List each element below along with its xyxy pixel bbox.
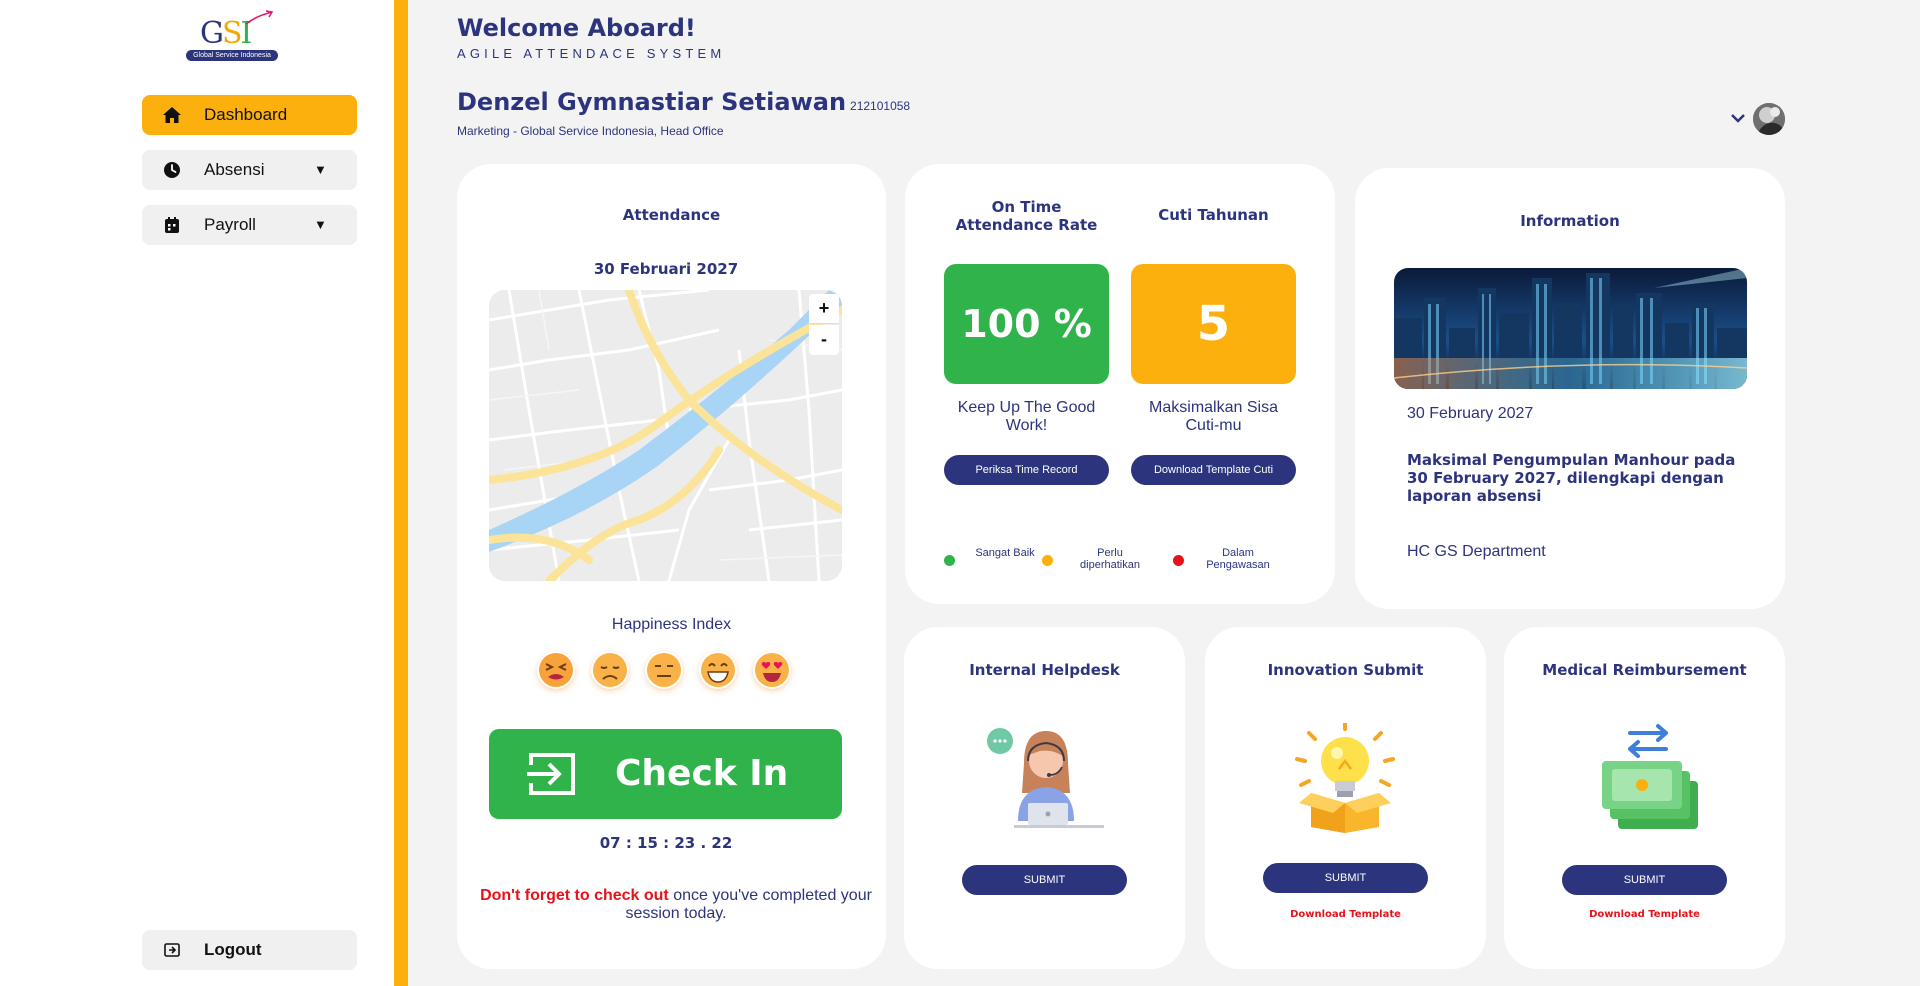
information-department: HC GS Department bbox=[1407, 543, 1546, 560]
location-map[interactable]: + - bbox=[489, 290, 842, 581]
helpdesk-title: Internal Helpdesk bbox=[969, 661, 1120, 679]
innovation-download-template-link[interactable]: Download Template bbox=[1205, 909, 1486, 920]
medical-submit-button[interactable]: SUBMIT bbox=[1562, 865, 1727, 895]
innovation-submit-card: Innovation Submit SUBMIT Download Templa… bbox=[1205, 627, 1486, 969]
home-icon bbox=[163, 107, 181, 123]
tired-face-icon[interactable] bbox=[537, 651, 575, 689]
caret-down-icon: ▼ bbox=[314, 162, 327, 177]
ontime-rate-value: 100 % bbox=[944, 264, 1109, 384]
clock-icon bbox=[164, 162, 180, 178]
innovation-submit-button[interactable]: SUBMIT bbox=[1263, 863, 1428, 893]
sidebar: GSI Global Service Indonesia Dashboard A… bbox=[0, 0, 394, 986]
download-leave-template-button[interactable]: Download Template Cuti bbox=[1131, 455, 1296, 485]
attendance-date: 30 Februari 2027 bbox=[593, 260, 739, 278]
heart-eyes-face-icon[interactable] bbox=[753, 651, 791, 689]
logo-letter-s: S bbox=[221, 16, 243, 51]
internal-helpdesk-card: Internal Helpdesk SUBMIT bbox=[904, 627, 1185, 969]
logout-button[interactable]: Logout bbox=[142, 930, 357, 970]
map-zoom-out-button[interactable]: - bbox=[809, 325, 839, 355]
idea-lightbulb-icon bbox=[1295, 723, 1395, 833]
money-transfer-icon bbox=[1602, 724, 1698, 829]
happiness-emoji-row bbox=[537, 651, 817, 691]
check-in-button[interactable]: Check In bbox=[489, 729, 842, 819]
legend-label: Sangat Baik bbox=[975, 547, 1035, 559]
helpdesk-submit-button[interactable]: SUBMIT bbox=[962, 865, 1127, 895]
sidebar-item-payroll[interactable]: Payroll ▼ bbox=[142, 205, 357, 245]
city-skyline-illustration bbox=[1394, 268, 1747, 389]
logo-letter-g: G bbox=[200, 16, 224, 51]
live-clock: 07 : 15 : 23 . 22 bbox=[599, 834, 733, 852]
information-title: Information bbox=[1520, 212, 1620, 230]
attendance-card: Attendance 30 Februari 2027 + - Happines… bbox=[457, 164, 886, 969]
sidebar-item-label: Absensi bbox=[204, 160, 265, 179]
annual-leave-value: 5 bbox=[1131, 264, 1296, 384]
logo-swoosh-icon bbox=[245, 10, 274, 25]
medical-title: Medical Reimbursement bbox=[1542, 661, 1747, 679]
logout-icon bbox=[164, 943, 180, 957]
map-zoom-in-button[interactable]: + bbox=[809, 294, 839, 324]
user-id: 212101058 bbox=[850, 99, 911, 113]
logout-label: Logout bbox=[204, 940, 262, 959]
stats-card: On Time Attendance Rate Cuti Tahunan 100… bbox=[905, 164, 1335, 604]
medical-reimbursement-card: Medical Reimbursement SUBMIT Download Te… bbox=[1504, 627, 1785, 969]
check-in-label: Check In bbox=[615, 753, 789, 794]
reminder-highlight: Don't forget to check out bbox=[480, 887, 669, 904]
avatar[interactable] bbox=[1753, 103, 1785, 135]
user-department: Marketing - Global Service Indonesia, He… bbox=[457, 124, 724, 138]
map-tiles bbox=[489, 290, 842, 581]
information-card: Information 30 February 2027 Maksimal Pe… bbox=[1355, 168, 1785, 609]
helpdesk-agent-icon bbox=[987, 728, 1104, 828]
legend-red-dot bbox=[1173, 555, 1184, 566]
ontime-rate-title: On Time Attendance Rate bbox=[955, 198, 1098, 234]
medical-download-template-link[interactable]: Download Template bbox=[1504, 909, 1785, 920]
ontime-rate-caption: Keep Up The Good Work! bbox=[957, 399, 1096, 434]
annual-leave-caption: Maksimalkan Sisa Cuti-mu bbox=[1149, 399, 1278, 434]
attendance-title: Attendance bbox=[622, 206, 721, 224]
disappointed-face-icon[interactable] bbox=[591, 651, 629, 689]
legend-orange-dot bbox=[1042, 555, 1053, 566]
avatar-photo-icon bbox=[1753, 103, 1785, 135]
sidebar-item-dashboard[interactable]: Dashboard bbox=[142, 95, 357, 135]
sidebar-item-label: Payroll bbox=[204, 215, 256, 234]
sidebar-item-absensi[interactable]: Absensi ▼ bbox=[142, 150, 357, 190]
caret-down-icon: ▼ bbox=[314, 217, 327, 232]
user-name: Denzel Gymnastiar Setiawan 212101058 bbox=[457, 88, 910, 116]
status-legend: Sangat Baik Perlu diperhatikan Dalam Pen… bbox=[905, 547, 1335, 577]
legend-label: Dalam Pengawasan bbox=[1206, 547, 1270, 571]
annual-leave-title: Cuti Tahunan bbox=[1158, 206, 1269, 224]
sidebar-item-label: Dashboard bbox=[204, 105, 288, 124]
legend-green-dot bbox=[944, 555, 955, 566]
user-name-text: Denzel Gymnastiar Setiawan bbox=[457, 88, 847, 116]
happiness-index-title: Happiness Index bbox=[611, 616, 732, 633]
grinning-face-icon[interactable] bbox=[699, 651, 737, 689]
city-skyline-image bbox=[1394, 268, 1747, 389]
information-message: Maksimal Pengumpulan Manhour pada 30 Feb… bbox=[1407, 451, 1736, 505]
expressionless-face-icon[interactable] bbox=[645, 651, 683, 689]
sidebar-accent-bar bbox=[394, 0, 408, 986]
logo-subtitle: Global Service Indonesia bbox=[186, 50, 278, 61]
chevron-down-icon[interactable] bbox=[1730, 112, 1746, 124]
company-logo: GSI Global Service Indonesia bbox=[186, 10, 278, 62]
legend-label: Perlu diperhatikan bbox=[1080, 547, 1140, 571]
innovation-title: Innovation Submit bbox=[1267, 661, 1424, 679]
system-subtitle: AGILE ATTENDACE SYSTEM bbox=[457, 46, 726, 61]
information-date: 30 February 2027 bbox=[1407, 405, 1534, 422]
checkout-reminder: Don't forget to check out once you've co… bbox=[477, 887, 875, 923]
welcome-title: Welcome Aboard! bbox=[457, 14, 696, 42]
check-time-record-button[interactable]: Periksa Time Record bbox=[944, 455, 1109, 485]
calendar-icon bbox=[165, 217, 179, 233]
sign-in-icon bbox=[527, 753, 575, 795]
